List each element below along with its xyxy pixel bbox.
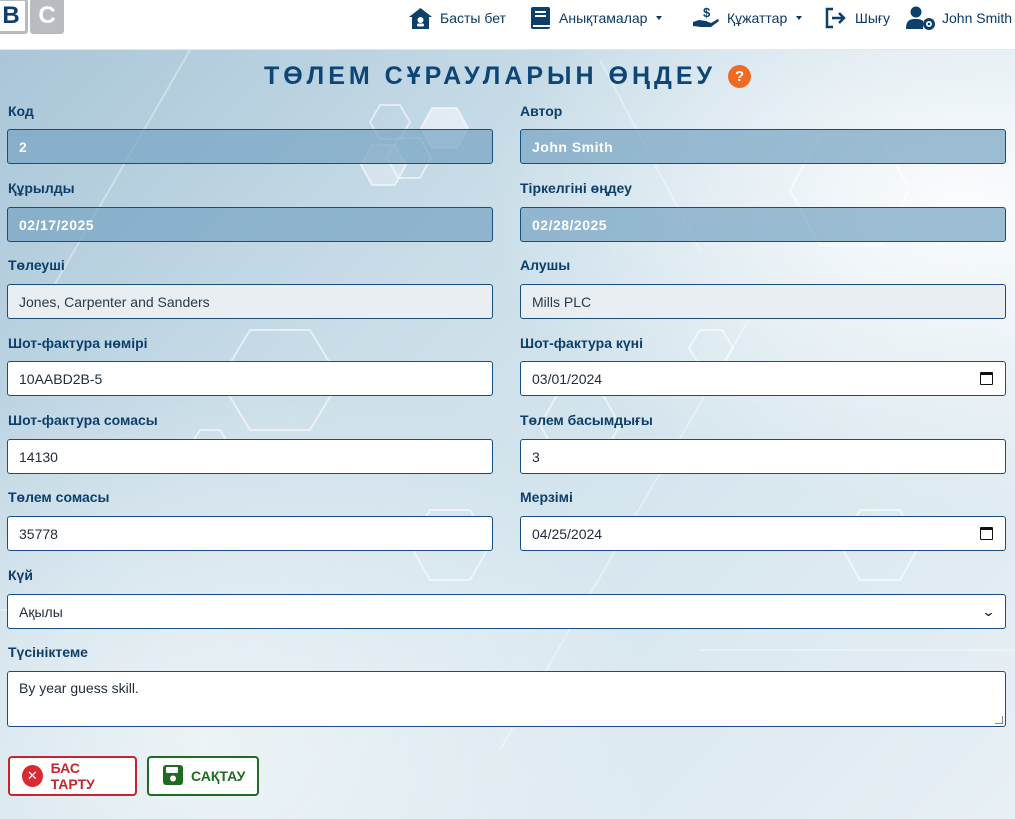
logo-letter-c: C <box>30 0 64 34</box>
nav-logout-label: Шығу <box>855 10 890 26</box>
created-date-field: 02/17/2025 <box>7 207 493 242</box>
author-label: Автор <box>520 103 563 119</box>
page-header: ТӨЛЕМ СҰРАУЛАРЫН ӨҢДЕУ ? <box>0 60 1015 92</box>
nav-home[interactable]: Басты бет <box>408 4 506 32</box>
page-title: ТӨЛЕМ СҰРАУЛАРЫН ӨҢДЕУ <box>263 61 717 90</box>
payment-amount-input[interactable]: 35778 <box>7 516 493 551</box>
cancel-button[interactable]: ✕ БАС ТАРТУ <box>8 756 137 796</box>
payer-field: Jones, Carpenter and Sanders <box>7 284 493 319</box>
save-button-label: САҚТАУ <box>191 768 246 784</box>
home-icon <box>408 7 433 30</box>
cancel-button-label: БАС ТАРТУ <box>50 760 95 792</box>
code-label: Код <box>8 103 34 119</box>
nav-references-label: Анықтамалар <box>559 10 648 26</box>
payment-priority-label: Төлем басымдығы <box>520 412 653 428</box>
comment-label: Түсініктеме <box>8 644 88 660</box>
receiver-field: Mills PLC <box>520 284 1006 319</box>
book-icon <box>530 6 552 30</box>
user-gear-icon <box>906 6 935 30</box>
nav-references[interactable]: Анықтамалар <box>530 4 663 32</box>
author-field: John Smith <box>520 129 1006 164</box>
hand-dollar-icon: $ <box>692 6 720 30</box>
nav-user[interactable]: John Smith <box>906 4 1012 32</box>
calendar-icon[interactable] <box>980 527 993 540</box>
nav-logout[interactable]: Шығу <box>824 4 890 32</box>
invoice-date-label: Шот-фактура күні <box>520 335 644 351</box>
invoice-date-input[interactable]: 03/01/2024 <box>520 361 1006 396</box>
status-label: Күй <box>8 567 33 583</box>
svg-text:$: $ <box>703 6 711 20</box>
app-logo[interactable]: B C <box>0 0 64 34</box>
invoice-number-label: Шот-фактура нөмірі <box>8 335 148 351</box>
status-select[interactable]: Ақылы ⌄ <box>7 594 1006 629</box>
calendar-icon[interactable] <box>980 372 993 385</box>
sign-out-icon <box>824 7 848 29</box>
invoice-amount-label: Шот-фактура сомасы <box>8 412 158 428</box>
save-button[interactable]: САҚТАУ <box>147 756 259 796</box>
due-date-label: Мерзімі <box>520 489 573 505</box>
nav-user-label: John Smith <box>942 10 1013 26</box>
nav-home-label: Басты бет <box>440 10 506 26</box>
logo-letter-b: B <box>0 0 28 34</box>
floppy-disk-icon <box>163 764 183 788</box>
comment-textarea[interactable]: By year guess skill. <box>7 671 1006 727</box>
comment-text: By year guess skill. <box>19 680 139 696</box>
edited-date-field: 02/28/2025 <box>520 207 1006 242</box>
payer-label: Төлеуші <box>8 257 65 273</box>
due-date-value: 04/25/2024 <box>532 525 603 542</box>
edited-label: Тіркелгіні өңдеу <box>520 180 632 196</box>
top-navbar: B C Басты бет Анықтамалар $ Құжаттар Шығ… <box>0 0 1015 50</box>
chevron-down-icon: ⌄ <box>981 603 996 619</box>
due-date-input[interactable]: 04/25/2024 <box>520 516 1006 551</box>
close-icon: ✕ <box>22 765 43 787</box>
status-selected-value: Ақылы <box>19 603 63 620</box>
invoice-amount-input[interactable]: 14130 <box>7 439 493 474</box>
created-label: Құрылды <box>8 180 75 196</box>
payment-priority-input[interactable]: 3 <box>520 439 1006 474</box>
invoice-date-value: 03/01/2024 <box>532 370 603 387</box>
code-field: 2 <box>7 129 493 164</box>
help-icon[interactable]: ? <box>728 64 752 88</box>
nav-documents[interactable]: $ Құжаттар <box>692 4 803 32</box>
chevron-down-icon <box>796 16 803 20</box>
chevron-down-icon <box>656 16 663 20</box>
invoice-number-input[interactable]: 10AABD2B-5 <box>7 361 493 396</box>
resize-handle-icon[interactable] <box>995 716 1003 724</box>
nav-documents-label: Құжаттар <box>727 10 788 26</box>
payment-amount-label: Төлем сомасы <box>8 489 110 505</box>
receiver-label: Алушы <box>520 257 571 273</box>
